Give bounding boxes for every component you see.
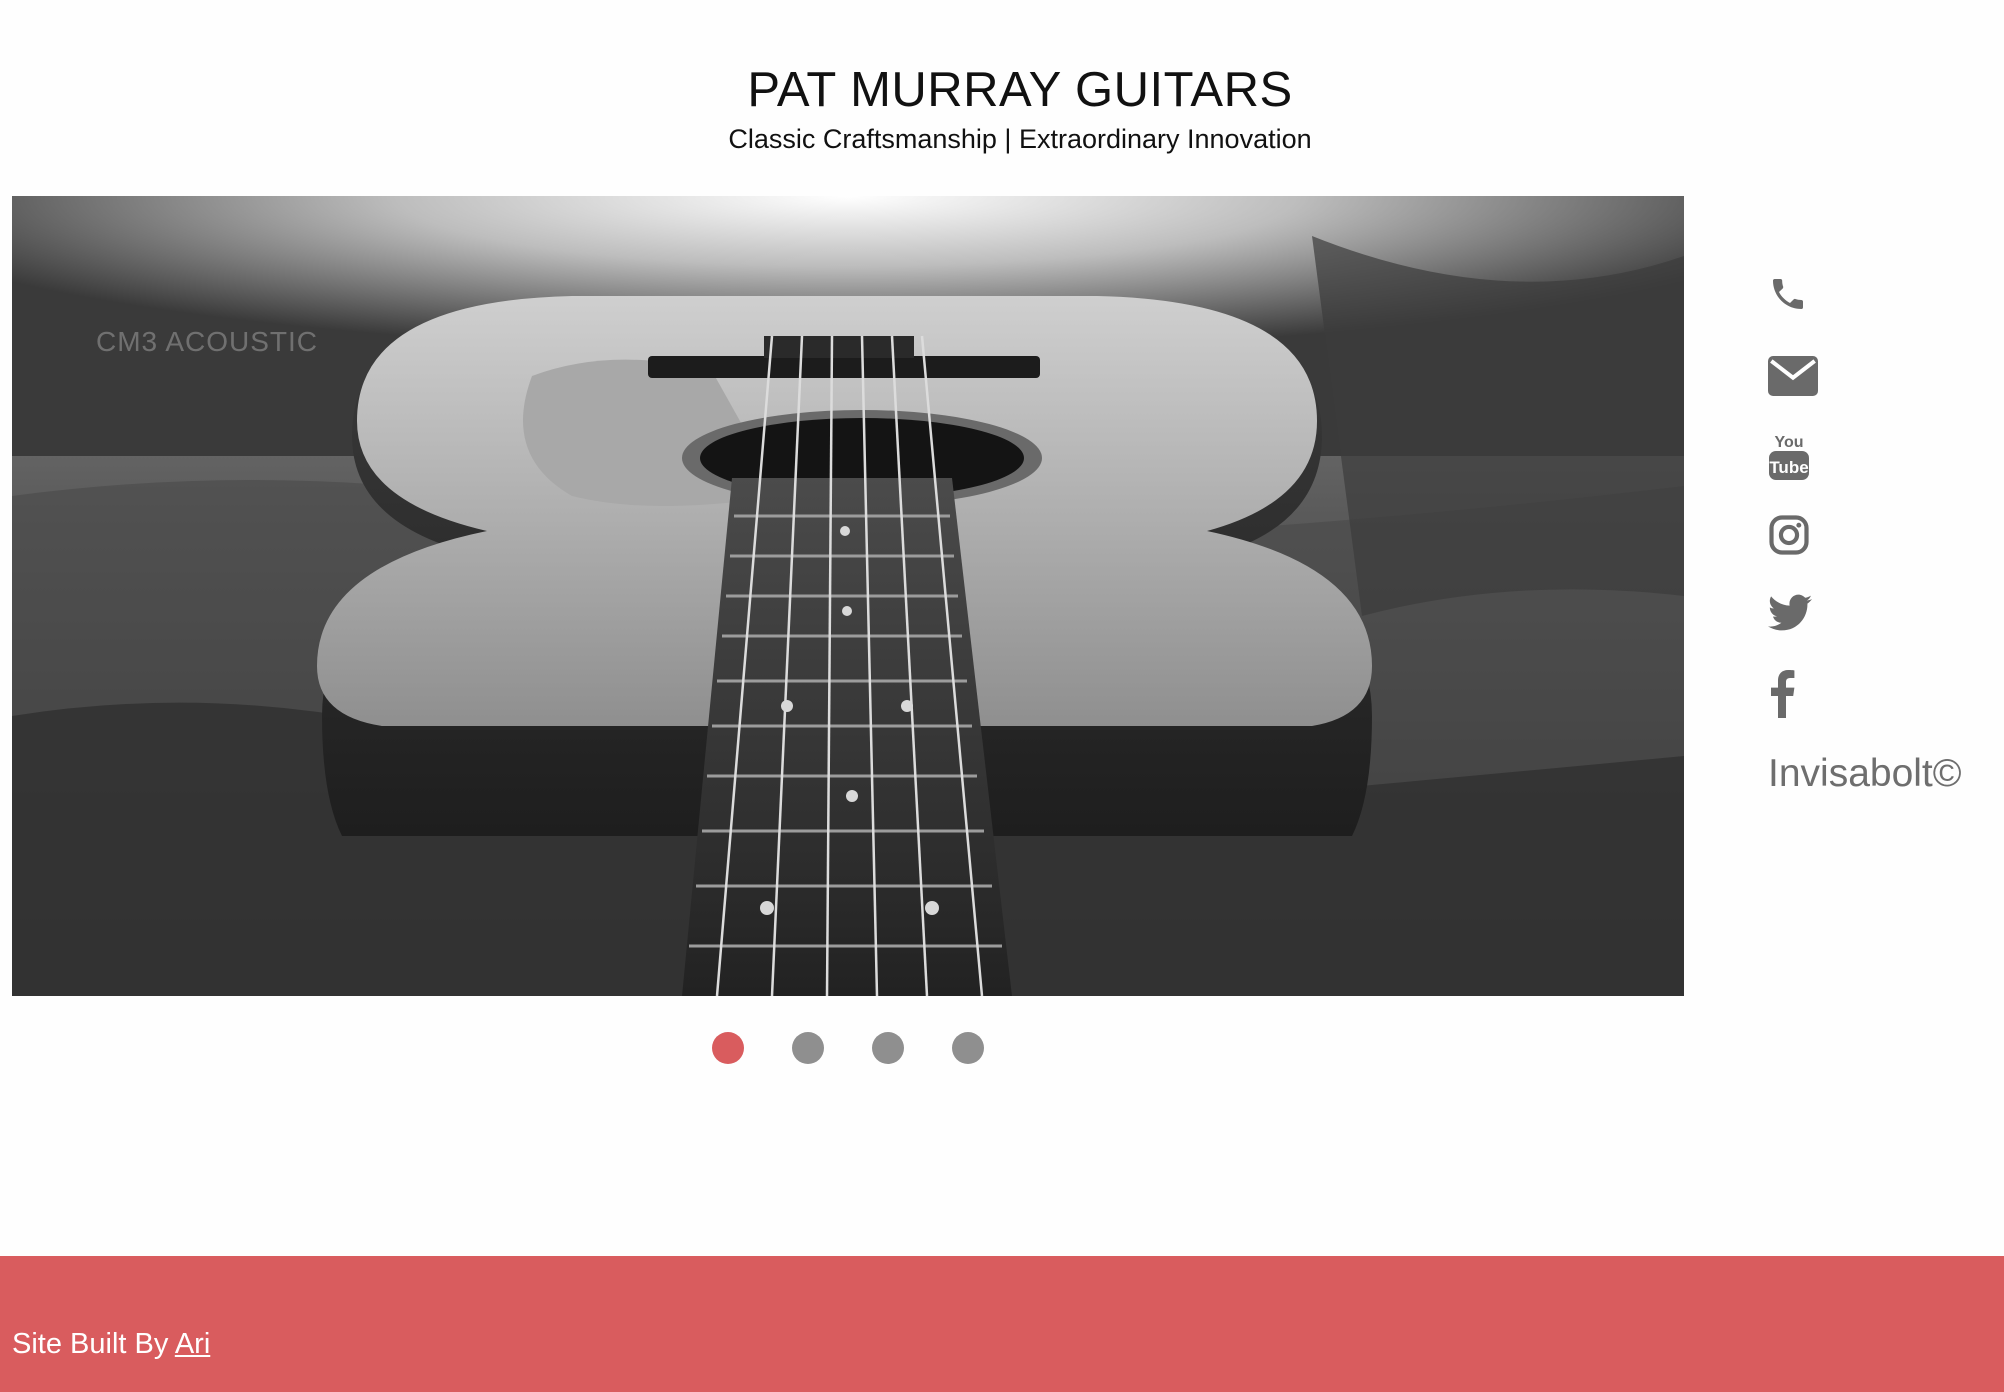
instagram-link[interactable] — [1768, 514, 1810, 556]
youtube-link[interactable]: You Tube — [1768, 430, 1810, 482]
slider-dot-4[interactable] — [952, 1032, 984, 1064]
slider-pager — [712, 1032, 984, 1064]
phone-icon — [1773, 279, 1803, 309]
slider-dot-2[interactable] — [792, 1032, 824, 1064]
facebook-link[interactable] — [1768, 670, 1796, 718]
guitar-photo — [12, 196, 1684, 996]
youtube-you-text: You — [1774, 434, 1803, 451]
email-icon — [1768, 356, 1818, 396]
site-tagline: Classic Craftsmanship | Extraordinary In… — [728, 124, 1312, 154]
footer-credit: Site Built By Ari — [12, 1328, 210, 1361]
slider-dot-3[interactable] — [872, 1032, 904, 1064]
youtube-icon: You Tube — [1769, 434, 1809, 480]
footer-credit-link[interactable]: Ari — [175, 1328, 210, 1360]
youtube-tube-text: Tube — [1769, 458, 1808, 477]
footer: Site Built By Ari — [0, 1256, 2004, 1392]
invisabolt-brand[interactable]: Invisabolt© — [1768, 752, 1962, 796]
site-title: PAT MURRAY GUITARS — [747, 63, 1293, 117]
twitter-link[interactable] — [1768, 594, 1812, 632]
slider-dot-1[interactable] — [712, 1032, 744, 1064]
hero-slider[interactable]: CM3 ACOUSTIC — [12, 196, 1684, 996]
instagram-icon — [1769, 515, 1809, 555]
footer-credit-prefix: Site Built By — [12, 1328, 175, 1360]
facebook-icon — [1771, 670, 1795, 718]
email-link[interactable] — [1768, 356, 1818, 396]
twitter-icon — [1768, 594, 1812, 631]
slide-caption: CM3 ACOUSTIC — [96, 326, 319, 357]
page: PAT MURRAY GUITARS Classic Craftsmanship… — [0, 0, 2004, 1392]
phone-link[interactable] — [1768, 274, 1808, 314]
